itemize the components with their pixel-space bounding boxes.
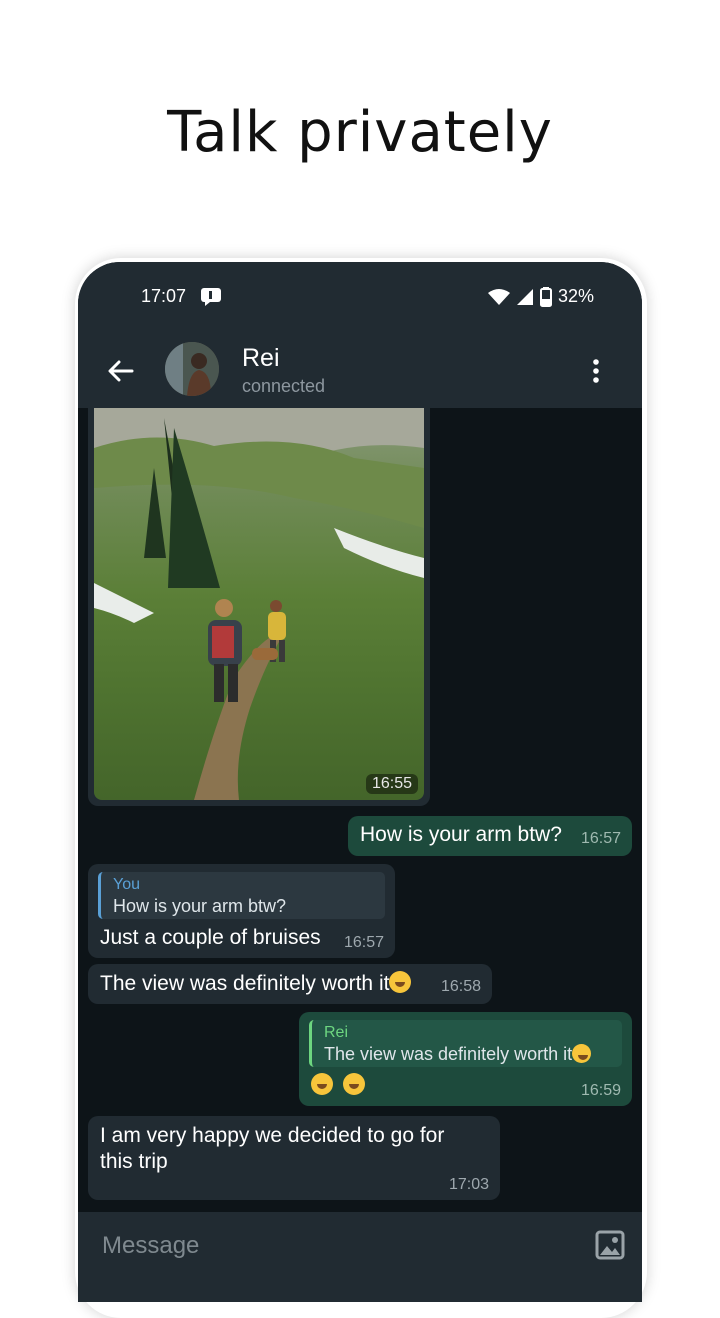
message-text-line2: this trip	[100, 1150, 168, 1173]
message-text: How is your arm btw?	[360, 823, 562, 846]
avatar-photo	[165, 342, 219, 396]
quote-author: You	[113, 876, 140, 893]
status-icons: 32%	[487, 286, 594, 307]
message-text: The view was definitely worth it	[100, 972, 390, 995]
message-time: 16:55	[365, 774, 418, 794]
smiley-emoji-icon	[572, 1044, 592, 1063]
outgoing-message[interactable]: Rei The view was definitely worth it 16:…	[299, 1012, 632, 1106]
incoming-message[interactable]: I am very happy we decided to go for thi…	[88, 1116, 500, 1200]
reply-quote[interactable]: You How is your arm btw?	[98, 872, 385, 919]
quote-text: The view was definitely worth it	[324, 1044, 573, 1064]
composer	[78, 1212, 642, 1302]
wifi-icon	[487, 288, 510, 305]
status-bar: 17:07 32%	[78, 262, 642, 332]
message-text: Just a couple of bruises	[100, 926, 321, 949]
message-time: 16:59	[580, 1082, 621, 1099]
phone-screen: 17:07 32% Rei connected 16:55 How is you…	[78, 262, 642, 1302]
gallery-icon[interactable]	[594, 1229, 626, 1261]
message-input[interactable]	[100, 1230, 574, 1262]
battery-icon	[539, 286, 552, 307]
photo-message[interactable]: 16:55	[88, 408, 430, 806]
message-time: 16:58	[440, 978, 481, 995]
back-arrow-icon[interactable]	[106, 356, 136, 386]
message-text-wrap: The view was definitely worth it	[100, 971, 412, 996]
incoming-message[interactable]: You How is your arm btw? Just a couple o…	[88, 864, 395, 958]
emoji-row	[311, 1073, 365, 1098]
message-time: 16:57	[580, 830, 621, 847]
contact-status: connected	[242, 376, 326, 396]
status-time: 17:07	[141, 286, 187, 306]
headline: Talk privately	[167, 100, 553, 165]
hiking-photo-image	[94, 408, 424, 800]
message-time: 16:57	[343, 934, 384, 951]
battery-level: 32%	[557, 286, 594, 306]
quote-author: Rei	[324, 1024, 349, 1041]
quote-text: How is your arm btw?	[113, 896, 287, 916]
signal-icon	[516, 288, 533, 305]
contact-name[interactable]: Rei	[242, 344, 280, 373]
quote-text-wrap: The view was definitely worth it	[324, 1044, 592, 1065]
outgoing-message[interactable]: How is your arm btw? 16:57	[348, 816, 632, 856]
message-list[interactable]: 16:55 How is your arm btw? 16:57 You How…	[78, 408, 642, 1212]
chat-header: Rei connected	[78, 332, 642, 408]
hiking-photo[interactable]: 16:55	[94, 408, 424, 800]
smiley-emoji-icon	[342, 1073, 365, 1095]
message-time: 17:03	[448, 1176, 489, 1193]
smiley-emoji-icon	[389, 971, 412, 993]
more-vert-icon[interactable]	[586, 356, 606, 386]
avatar[interactable]	[165, 342, 219, 396]
message-text-line1: I am very happy we decided to go for	[100, 1124, 445, 1147]
notification-icon	[201, 288, 221, 306]
smiley-emoji-icon	[311, 1073, 333, 1095]
incoming-message[interactable]: The view was definitely worth it 16:58	[88, 964, 492, 1004]
reply-quote[interactable]: Rei The view was definitely worth it	[309, 1020, 622, 1067]
